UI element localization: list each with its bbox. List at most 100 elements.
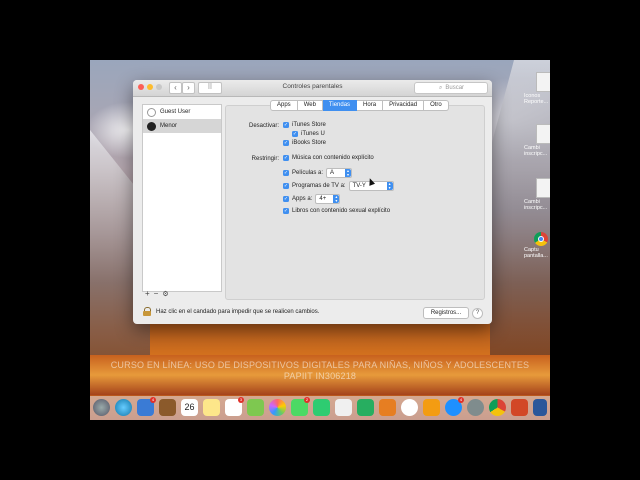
mail-icon[interactable]: 4 [137,397,156,416]
chevron-updown-icon: ▴ ▾ [345,168,352,177]
pages-icon[interactable] [335,399,352,416]
user-list-toolbar: + − ⚙ [142,289,220,298]
desktop-file-4[interactable]: Captu pantalla... [524,232,550,259]
user-item-menor[interactable]: Menor [143,119,221,133]
desktop-file-3[interactable]: Cambi inscripc... [524,178,550,211]
ibooks-store-checkbox-row[interactable]: ✓ iBooks Store [283,140,326,146]
itunes-u-label: iTunes U [301,131,325,137]
user-name: Menor [160,123,178,129]
maps-icon[interactable] [247,399,264,416]
title-bar[interactable]: ‹ › ⠿ Controles parentales ⌕ Buscar [133,80,492,97]
apps-rating-value: 4+ [319,196,327,202]
checkbox-checked-icon[interactable]: ✓ [283,140,289,146]
checkbox-checked-icon[interactable]: ✓ [283,122,289,128]
desktop-file-label: Cambi inscripc... [524,145,548,157]
search-icon: ⌕ [439,85,443,91]
peliculas-checkbox-row[interactable]: ✓ Películas a: A ▴ ▾ [283,168,353,178]
watermark-line-2: PAPIIT IN306218 [283,371,357,381]
restringir-label: Restringir: [251,156,279,162]
lock-bar: Haz clic en el candado para impedir que … [143,307,319,316]
desktop-screen: Iconos Reporte... Cambi inscripc... Camb… [90,60,550,420]
peliculas-label: Películas a: [292,170,324,176]
document-icon [536,124,550,144]
chevron-updown-icon: ▴ ▾ [386,181,393,190]
user-name: Guest User [160,109,191,115]
notification-badge: 4 [458,397,464,403]
desktop-file-2[interactable]: Cambi inscripc... [524,124,550,157]
search-field[interactable]: ⌕ Buscar [414,82,488,94]
facetime-icon[interactable] [313,399,330,416]
itunes-store-label: iTunes Store [292,122,326,128]
lock-message: Haz clic en el candado para impedir que … [156,308,320,315]
notification-badge: 4 [150,397,156,403]
musica-label: Música con contenido explícito [292,155,374,161]
tab-privacidad[interactable]: Privacidad [383,100,425,111]
safari-icon[interactable] [115,399,132,416]
watermark-line-1: CURSO EN LÍNEA: USO DE DISPOSITIVOS DIGI… [110,360,530,370]
checkbox-checked-icon[interactable]: ✓ [283,208,289,214]
tab-web[interactable]: Web [297,100,323,111]
notification-badge: 2 [304,397,310,403]
guest-avatar-icon [147,107,156,117]
notes-icon[interactable] [203,399,220,416]
musica-checkbox-row[interactable]: ✓ Música con contenido explícito [283,155,374,161]
registros-button[interactable]: Registros... [423,307,469,319]
itunes-u-checkbox-row[interactable]: ✓ iTunes U [292,131,325,137]
ibooks-icon[interactable] [423,399,440,416]
chevron-updown-icon: ▴ ▾ [333,194,340,203]
itunes-icon[interactable] [401,399,418,416]
tab-otro[interactable]: Otro [424,100,449,111]
libros-checkbox-row[interactable]: ✓ Libros con contenido sexual explícito [283,208,390,214]
launchpad-icon[interactable] [93,399,110,416]
apps-rating-select[interactable]: 4+ ▴ ▾ [315,194,341,204]
keynote-icon[interactable] [379,399,396,416]
tab-tiendas[interactable]: Tiendas [322,100,358,111]
libros-label: Libros con contenido sexual explícito [292,208,391,214]
parental-controls-window: ‹ › ⠿ Controles parentales ⌕ Buscar Guest… [133,80,492,324]
tab-apps[interactable]: Apps [270,100,298,111]
gear-icon[interactable]: ⚙ [162,290,168,298]
itunes-store-checkbox-row[interactable]: ✓ iTunes Store [283,122,326,128]
chrome-icon [534,232,548,246]
search-placeholder: Buscar [445,85,465,91]
peliculas-rating-value: A [330,170,335,176]
desktop-file-label: Cambi inscripc... [524,199,548,211]
app-store-icon[interactable]: 4 [445,397,464,416]
reminders-icon[interactable]: 3 [225,397,244,416]
add-user-button[interactable]: + [145,289,150,298]
word-icon[interactable] [533,399,547,416]
ibooks-store-label: iBooks Store [292,140,327,146]
contacts-icon[interactable] [159,399,176,416]
remove-user-button[interactable]: − [154,289,159,298]
calendar-icon[interactable]: 26 [181,399,198,416]
desktop-file-1[interactable]: Iconos Reporte... [524,72,550,105]
checkbox-checked-icon[interactable]: ✓ [283,170,289,176]
powerpoint-icon[interactable] [511,399,528,416]
tv-checkbox-row[interactable]: ✓ Programas de TV a: TV-Y ▴ ▾ [283,181,394,191]
system-preferences-icon[interactable] [467,399,484,416]
desktop-file-label: Captu pantalla... [524,247,548,259]
help-button[interactable]: ? [472,308,483,319]
user-list: Guest User Menor [142,104,222,292]
apps-checkbox-row[interactable]: ✓ Apps a: 4+ ▴ ▾ [283,194,341,204]
numbers-icon[interactable] [357,399,374,416]
checkbox-checked-icon[interactable]: ✓ [283,196,289,202]
messages-icon[interactable]: 2 [291,397,310,416]
dock: 4 26 3 2 4 [90,396,550,420]
settings-pane [225,105,485,300]
lock-icon[interactable] [143,307,151,316]
notification-badge: 3 [238,397,244,403]
tab-hora[interactable]: Hora [357,100,384,111]
user-item-guest[interactable]: Guest User [143,105,221,119]
photos-icon[interactable] [269,399,286,416]
tab-bar: Apps Web Tiendas Hora Privacidad Otro [270,100,449,111]
chrome-icon[interactable] [489,399,506,416]
tv-label: Programas de TV a: [292,183,346,189]
desactivar-label: Desactivar: [248,123,279,129]
tv-rating-value: TV-Y [352,183,366,189]
checkbox-checked-icon[interactable]: ✓ [283,183,289,189]
desktop-file-label: Iconos Reporte... [524,93,549,105]
checkbox-checked-icon[interactable]: ✓ [283,155,289,161]
peliculas-rating-select[interactable]: A ▴ ▾ [326,168,353,178]
checkbox-checked-icon[interactable]: ✓ [292,131,298,137]
